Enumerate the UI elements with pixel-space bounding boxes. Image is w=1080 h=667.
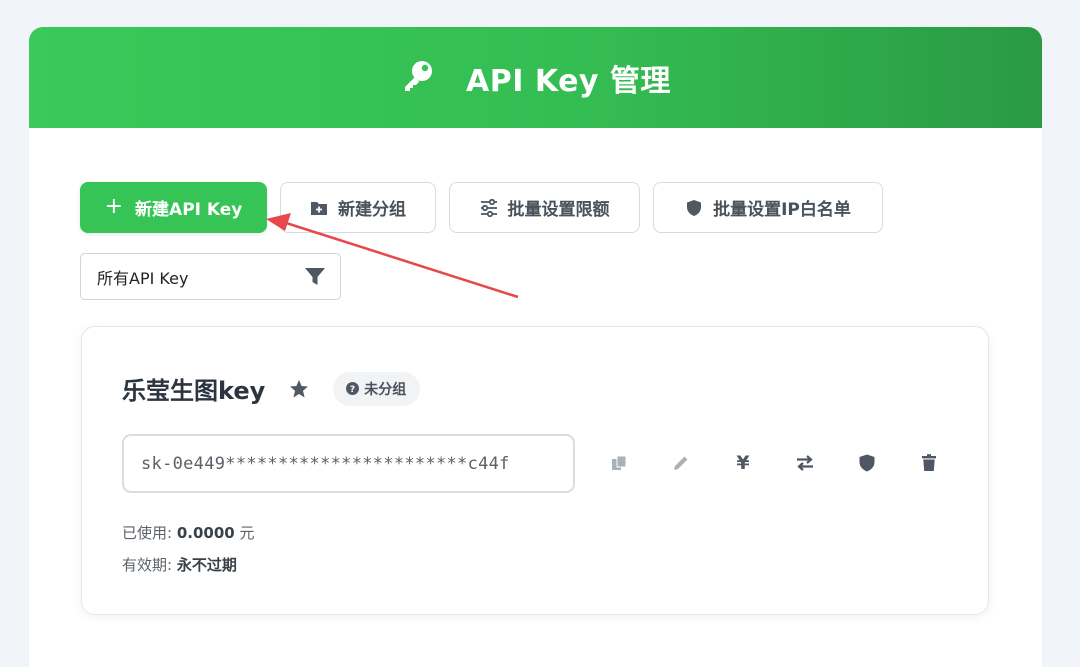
sliders-icon (480, 198, 497, 217)
folder-plus-icon (311, 201, 327, 215)
key-actions: ¥ (588, 445, 960, 481)
question-icon: ? (346, 382, 360, 395)
expiry-value: 永不过期 (176, 556, 237, 574)
page-header: API Key 管理 (29, 27, 1042, 128)
used-unit: 元 (239, 524, 255, 542)
api-key-panel: API Key 管理 + 新建API Key 新建分组 批量设置限额 批量设置I… (29, 27, 1042, 667)
copy-button[interactable] (588, 445, 650, 481)
key-filter-select[interactable]: 所有API Key (80, 253, 341, 300)
new-api-key-label: 新建API Key (135, 200, 243, 220)
masked-key-field[interactable]: sk-0e449***********************c44f (122, 434, 575, 493)
ip-whitelist-button[interactable] (836, 445, 898, 481)
masked-key-value: sk-0e449***********************c44f (141, 453, 510, 474)
trash-icon (922, 454, 936, 471)
copy-icon (612, 455, 627, 470)
usage-info: 已使用: 0.0000 元 (122, 522, 255, 543)
key-icon (405, 60, 433, 91)
edit-button[interactable] (650, 445, 712, 481)
delete-button[interactable] (898, 445, 960, 481)
used-value: 0.0000 (176, 524, 235, 542)
api-key-card: 乐莹生图key ? 未分组 sk-0e449******************… (81, 326, 989, 615)
shield-icon (859, 454, 875, 472)
key-name: 乐莹生图key (122, 377, 266, 405)
pencil-icon (674, 456, 688, 470)
group-badge: ? 未分组 (333, 371, 421, 406)
expiry-info: 有效期: 永不过期 (122, 554, 237, 575)
star-icon[interactable] (289, 379, 309, 399)
batch-limit-button[interactable]: 批量设置限额 (449, 182, 640, 233)
svg-text:?: ? (350, 385, 355, 395)
transfer-button[interactable] (774, 445, 836, 481)
new-api-key-button[interactable]: + 新建API Key (80, 182, 267, 233)
new-group-label: 新建分组 (338, 200, 406, 220)
filter-icon (305, 267, 325, 285)
toolbar: + 新建API Key 新建分组 批量设置限额 批量设置IP白名单 (80, 182, 883, 233)
batch-limit-label: 批量设置限额 (507, 200, 610, 220)
shield-icon (687, 199, 702, 216)
batch-ip-label: 批量设置IP白名单 (713, 200, 851, 220)
new-group-button[interactable]: 新建分组 (280, 182, 436, 233)
group-badge-label: 未分组 (364, 381, 407, 398)
yen-icon: ¥ (736, 452, 750, 474)
swap-icon (797, 455, 813, 471)
filter-selected-value: 所有API Key (97, 268, 189, 288)
card-header: 乐莹生图key ? 未分组 (122, 371, 421, 406)
expiry-label: 有效期: (122, 556, 173, 574)
page-title: API Key 管理 (466, 63, 671, 99)
used-label: 已使用: (122, 524, 173, 542)
batch-ip-whitelist-button[interactable]: 批量设置IP白名单 (653, 182, 883, 233)
quota-button[interactable]: ¥ (712, 445, 774, 481)
plus-icon: + (104, 193, 124, 219)
